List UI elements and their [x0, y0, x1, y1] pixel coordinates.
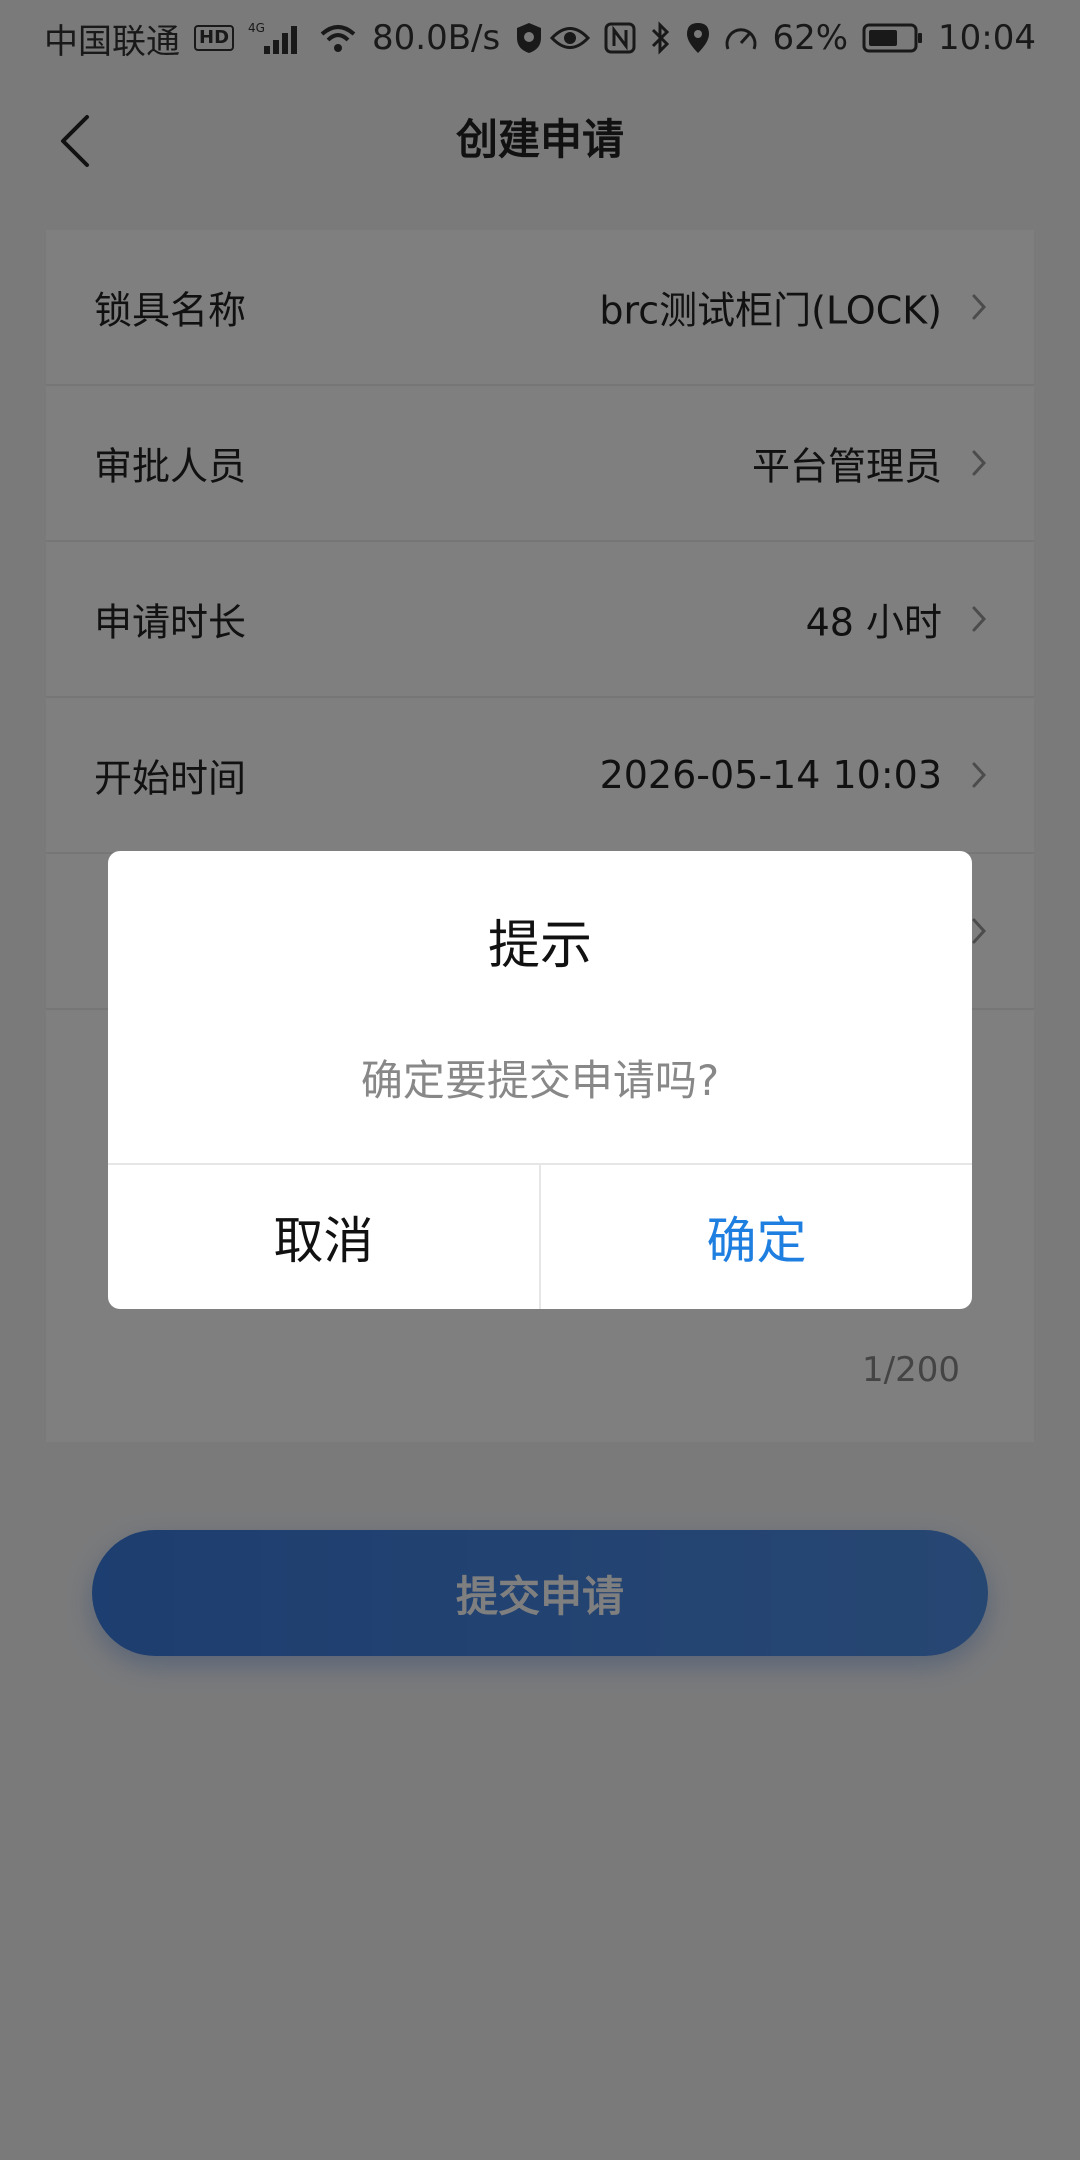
create-application-page: 中国联通 HD 4G 80.0B/s — [0, 0, 1080, 2160]
cancel-button[interactable]: 取消 — [108, 1165, 541, 1309]
dialog-title: 提示 — [487, 916, 592, 976]
confirm-dialog: 提示 确定要提交申请吗? 取消 确定 — [108, 851, 972, 1309]
dialog-message: 确定要提交申请吗? — [360, 1056, 720, 1105]
dialog-footer: 取消 确定 — [108, 1163, 972, 1309]
confirm-button[interactable]: 确定 — [541, 1165, 972, 1309]
